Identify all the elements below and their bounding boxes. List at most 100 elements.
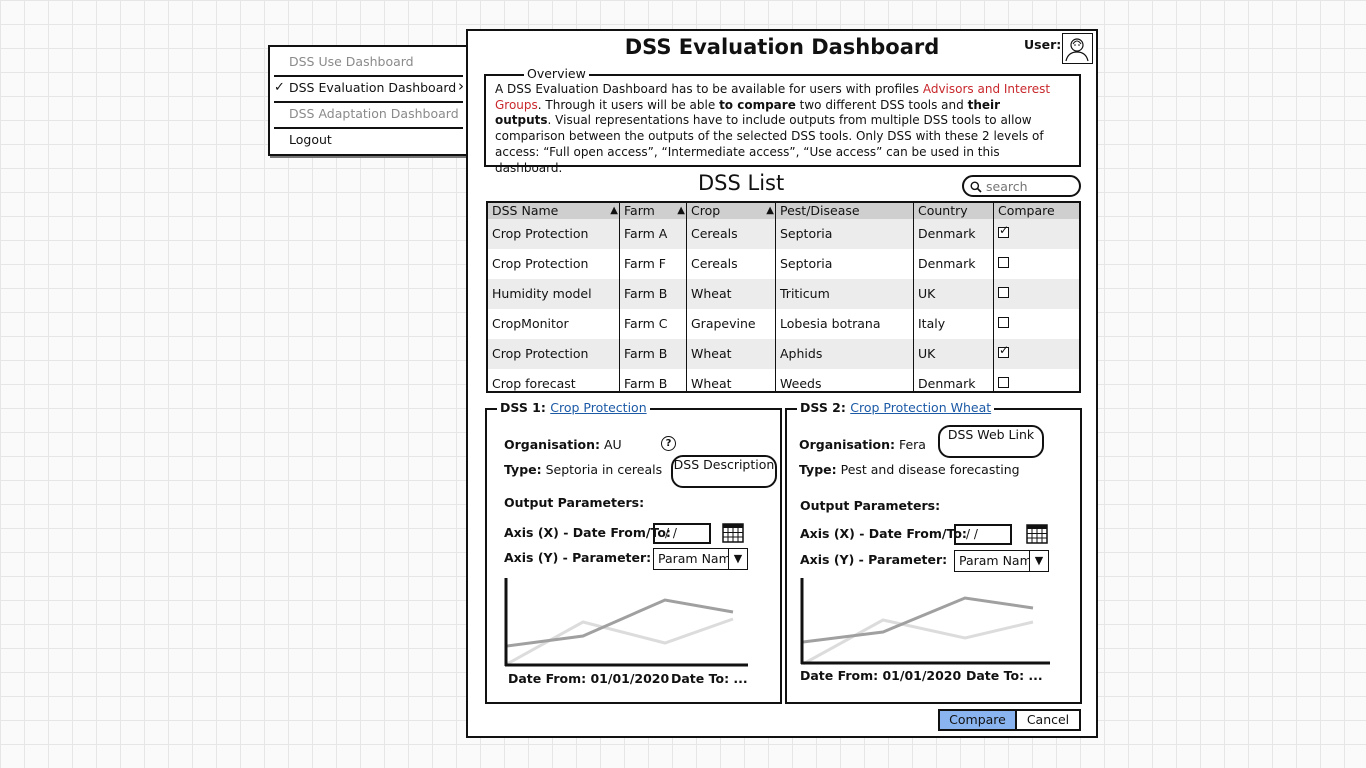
table-cell-country: Denmark: [918, 256, 976, 271]
compare-checkbox[interactable]: ✓: [998, 223, 1009, 238]
dss2-axis-x-label: Axis (X) - Date From/To:: [800, 526, 967, 541]
chart-series-dark: [506, 598, 734, 648]
table-cell-pest: Triticum: [780, 286, 830, 301]
table-cell-country: UK: [918, 346, 936, 361]
dss-table: DSS Name ▲ Farm ▲ Crop ▲ Pest/Disease Count…: [486, 201, 1081, 393]
dss-list-title: DSS List: [698, 171, 785, 195]
dss1-output-label: Output Parameters:: [504, 495, 645, 510]
chevron-right-icon: ›: [458, 77, 464, 95]
table-cell-country: Denmark: [918, 376, 976, 391]
table-cell-crop: Wheat: [691, 376, 732, 391]
table-cell-name: Crop forecast: [492, 376, 576, 391]
menu-item-logout[interactable]: Logout: [270, 127, 467, 152]
table-cell-name: Crop Protection: [492, 226, 589, 241]
column-header-compare[interactable]: Compare: [994, 203, 1079, 219]
dss1-date-input[interactable]: / /: [653, 523, 711, 544]
table-cell-compare: [994, 369, 1079, 391]
table-cell-name: Crop Protection: [492, 256, 589, 271]
dss2-axis-y-label: Axis (Y) - Parameter:: [800, 552, 948, 567]
user-avatar-icon[interactable]: [1062, 33, 1093, 64]
chart-series-dark: [802, 596, 1034, 644]
dss2-organisation: Organisation: Fera: [799, 437, 926, 452]
table-cell-crop: Cereals: [691, 226, 738, 241]
menu-item-dss-evaluation-dashboard[interactable]: ✓ DSS Evaluation Dashboard ›: [270, 75, 467, 100]
table-row[interactable]: Crop Protection Farm A Cereals Septoria Denm…: [488, 219, 1079, 249]
table-row[interactable]: Crop forecast Farm B Wheat Weeds Denmark: [488, 369, 1079, 391]
table-cell-compare: [994, 309, 1079, 339]
dss2-date-to: Date To: ...: [966, 668, 1043, 683]
table-row[interactable]: CropMonitor Farm C Grapevine Lobesia botran…: [488, 309, 1079, 339]
search-input[interactable]: [986, 179, 1074, 194]
compare-checkbox[interactable]: ✓: [998, 343, 1009, 358]
compare-button[interactable]: Compare: [938, 709, 1017, 731]
dashboard-menu: DSS Use Dashboard ✓ DSS Evaluation Dashb…: [268, 45, 469, 156]
column-divider: [993, 203, 994, 391]
dss2-legend: DSS 2: Crop Protection Wheat: [797, 400, 995, 415]
page-title: DSS Evaluation Dashboard: [624, 35, 940, 59]
dss1-axis-y-label: Axis (Y) - Parameter:: [504, 550, 652, 565]
dss1-axis-x-label: Axis (X) - Date From/To:: [504, 525, 671, 540]
table-cell-compare: [994, 279, 1079, 309]
dss2-output-label: Output Parameters:: [800, 498, 941, 513]
dss1-parameter-select[interactable]: Param Name ▼: [653, 548, 748, 570]
dss1-description-bubble[interactable]: DSS Description: [671, 455, 777, 488]
column-header-country[interactable]: Country: [914, 203, 994, 219]
table-cell-crop: Grapevine: [691, 316, 756, 331]
menu-item-dss-adaptation-dashboard[interactable]: DSS Adaptation Dashboard: [270, 101, 467, 126]
table-cell-farm: Farm F: [624, 256, 666, 271]
dss1-panel: DSS 1: Crop Protection Organisation: AU …: [485, 400, 782, 704]
compare-checkbox[interactable]: [998, 317, 1009, 328]
table-row[interactable]: Humidity model Farm B Wheat Triticum UK: [488, 279, 1079, 309]
compare-checkbox[interactable]: [998, 377, 1009, 388]
dss2-date-input[interactable]: / /: [954, 524, 1012, 545]
cancel-button[interactable]: Cancel: [1017, 709, 1081, 731]
check-icon: ✓: [999, 223, 1010, 237]
sort-asc-icon: ▲: [677, 205, 685, 216]
menu-item-label: DSS Use Dashboard: [289, 54, 414, 69]
menu-item-label: DSS Adaptation Dashboard: [289, 106, 459, 121]
dss1-organisation: Organisation: AU: [504, 437, 622, 452]
table-cell-farm: Farm C: [624, 316, 668, 331]
column-divider: [775, 203, 776, 391]
compare-checkbox[interactable]: [998, 287, 1009, 298]
table-cell-name: CropMonitor: [492, 316, 569, 331]
column-header-farm[interactable]: Farm ▲: [620, 203, 687, 219]
table-cell-pest: Weeds: [780, 376, 822, 391]
dss2-line-chart: [800, 578, 1050, 666]
compare-checkbox[interactable]: [998, 257, 1009, 268]
table-cell-crop: Wheat: [691, 286, 732, 301]
checkmark-icon: ✓: [274, 80, 285, 95]
calendar-icon[interactable]: [722, 523, 744, 543]
table-row[interactable]: Crop Protection Farm F Cereals Septoria Denm…: [488, 249, 1079, 279]
dss1-date-from: Date From: 01/01/2020: [508, 671, 670, 686]
table-cell-farm: Farm B: [624, 376, 668, 391]
column-header-crop[interactable]: Crop ▲: [687, 203, 776, 219]
chevron-down-icon: ▼: [728, 549, 747, 569]
table-row[interactable]: Crop Protection Farm B Wheat Aphids UK ✓: [488, 339, 1079, 369]
dss2-type: Type: Pest and disease forecasting: [799, 462, 1020, 477]
search-box[interactable]: [962, 175, 1081, 197]
column-header-pest[interactable]: Pest/Disease: [776, 203, 914, 219]
table-cell-country: Italy: [918, 316, 946, 331]
dss2-parameter-select[interactable]: Param Name ▼: [954, 550, 1049, 572]
table-cell-pest: Septoria: [780, 226, 833, 241]
table-cell-name: Humidity model: [492, 286, 592, 301]
column-divider: [619, 203, 620, 391]
dss1-line-chart: [504, 578, 748, 667]
menu-item-dss-use-dashboard[interactable]: DSS Use Dashboard: [270, 49, 467, 74]
dss2-link[interactable]: Crop Protection Wheat: [850, 400, 991, 415]
table-cell-name: Crop Protection: [492, 346, 589, 361]
calendar-icon[interactable]: [1026, 524, 1048, 544]
dss2-date-from: Date From: 01/01/2020: [800, 668, 962, 683]
table-cell-farm: Farm B: [624, 346, 668, 361]
dss1-link[interactable]: Crop Protection: [550, 400, 646, 415]
dss2-web-link-bubble[interactable]: DSS Web Link: [938, 425, 1044, 458]
column-divider: [686, 203, 687, 391]
dss2-panel: DSS 2: Crop Protection Wheat Organisatio…: [785, 400, 1082, 704]
table-cell-crop: Wheat: [691, 346, 732, 361]
column-header-dss-name[interactable]: DSS Name ▲: [488, 203, 620, 219]
table-cell-compare: ✓: [994, 219, 1079, 249]
table-cell-pest: Lobesia botrana: [780, 316, 881, 331]
menu-item-label: Logout: [289, 132, 332, 147]
help-icon[interactable]: ?: [661, 436, 676, 451]
